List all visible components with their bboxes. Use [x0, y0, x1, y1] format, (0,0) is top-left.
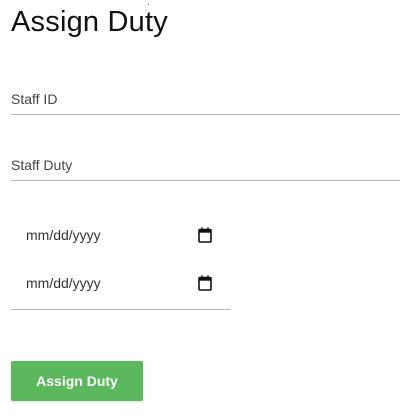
start-date-text: mm/dd/yyyy: [26, 227, 101, 243]
staff-duty-input[interactable]: [11, 150, 400, 180]
calendar-icon[interactable]: [198, 275, 212, 291]
calendar-icon[interactable]: [198, 227, 212, 243]
date-range-group: mm/dd/yyyy mm/dd/yyyy: [11, 216, 231, 310]
start-date-input[interactable]: mm/dd/yyyy: [11, 216, 231, 256]
staff-id-input[interactable]: [11, 84, 400, 114]
end-date-input[interactable]: mm/dd/yyyy: [11, 264, 231, 304]
stray-dot: [148, 4, 149, 5]
staff-id-field-wrapper: [11, 84, 400, 115]
end-date-text: mm/dd/yyyy: [26, 275, 101, 291]
staff-duty-field-wrapper: [11, 150, 400, 181]
page-title: Assign Duty: [11, 6, 168, 38]
assign-duty-button[interactable]: Assign Duty: [11, 361, 143, 401]
